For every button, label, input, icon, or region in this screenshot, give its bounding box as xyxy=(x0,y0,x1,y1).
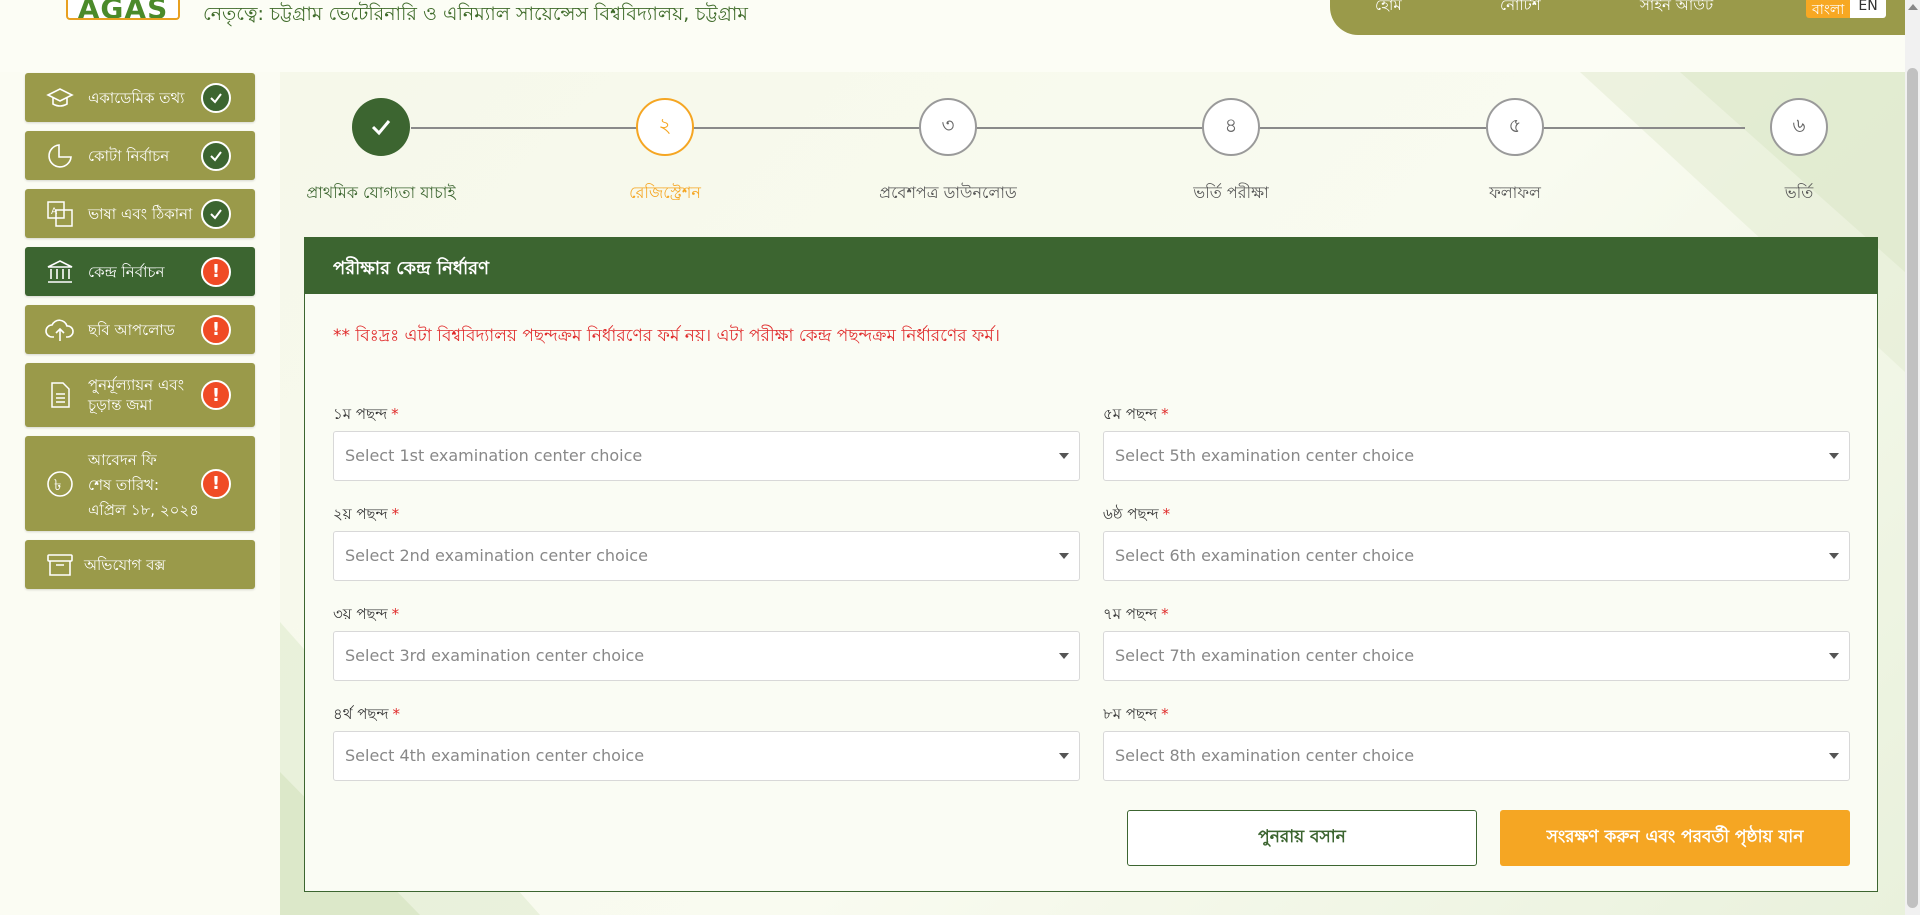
chevron-down-icon xyxy=(1829,653,1839,659)
language-icon: A xyxy=(47,200,73,227)
sidebar-item-application-fee[interactable]: ৳ আবেদন ফি শেষ তারিখ: এপ্রিল ১৮, ২০২৪ ! xyxy=(25,436,255,531)
chevron-down-icon xyxy=(1059,753,1069,759)
warning-icon: ! xyxy=(201,256,231,287)
sidebar-item-label-line2: চূড়ান্ত জমা xyxy=(88,396,153,414)
nav-sign-out[interactable]: সাইন আউট xyxy=(1640,0,1713,19)
check-circle-icon xyxy=(201,140,231,171)
choice-2-select[interactable]: Select 2nd examination center choice xyxy=(333,531,1080,581)
logo[interactable]: AGAS xyxy=(66,0,180,20)
chevron-down-icon xyxy=(1059,653,1069,659)
step-5-circle: ৫ xyxy=(1486,98,1544,156)
choice-6-label: ৬ষ্ঠ পছন্দ * xyxy=(1103,505,1171,523)
document-icon xyxy=(51,382,70,408)
choice-8-label: ৮ম পছন্দ * xyxy=(1103,705,1169,723)
sidebar-item-language-address[interactable]: A ভাষা এবং ঠিকানা xyxy=(25,189,255,238)
choice-2-label: ২য় পছন্দ * xyxy=(333,505,400,523)
sidebar-item-complaint-box[interactable]: অভিযোগ বক্স xyxy=(25,540,255,589)
deadline-date: এপ্রিল ১৮, ২০২৪ xyxy=(88,501,199,519)
choice-3-select[interactable]: Select 3rd examination center choice xyxy=(333,631,1080,681)
exam-center-form-card: পরীক্ষার কেন্দ্র নির্ধারণ ** বিঃদ্রঃ এটা… xyxy=(304,237,1878,892)
step-4-label: ভর্তি পরীক্ষা xyxy=(1193,183,1269,202)
lang-english-button[interactable]: EN xyxy=(1850,0,1886,18)
logo-text: AGAS xyxy=(77,0,169,20)
sidebar-item-label: কেন্দ্র নির্বাচন xyxy=(88,262,165,281)
choice-7-select[interactable]: Select 7th examination center choice xyxy=(1103,631,1850,681)
page-scrollbar[interactable] xyxy=(1905,0,1920,915)
lang-bangla-button[interactable]: বাংলা xyxy=(1806,0,1851,18)
choice-4-label: ৪র্থ পছন্দ * xyxy=(333,705,401,723)
svg-text:A: A xyxy=(51,207,58,217)
sidebar-item-center-selection[interactable]: কেন্দ্র নির্বাচন ! xyxy=(25,247,255,296)
scroll-up-arrow-icon[interactable] xyxy=(1908,4,1918,10)
sidebar-item-photo-upload[interactable]: ছবি আপলোড ! xyxy=(25,305,255,354)
nav-home[interactable]: হোম xyxy=(1375,0,1402,19)
language-switch: বাংলা EN xyxy=(1806,0,1886,18)
step-5-label: ফলাফল xyxy=(1489,183,1541,202)
fee-info: আবেদন ফি শেষ তারিখ: এপ্রিল ১৮, ২০২৪ xyxy=(88,448,199,523)
top-header: AGAS নেতৃত্বে: চট্টগ্রাম ভেটেরিনারি ও এন… xyxy=(0,0,1905,72)
header-subtitle: নেতৃত্বে: চট্টগ্রাম ভেটেরিনারি ও এনিম্যা… xyxy=(203,3,748,25)
sidebar-item-label: একাডেমিক তথ্য xyxy=(88,88,185,107)
chevron-down-icon xyxy=(1829,753,1839,759)
fee-label: আবেদন ফি xyxy=(88,451,157,469)
card-title: পরীক্ষার কেন্দ্র নির্ধারণ xyxy=(333,258,489,279)
choice-8-select[interactable]: Select 8th examination center choice xyxy=(1103,731,1850,781)
sidebar-item-label: কোটা নির্বাচন xyxy=(88,146,170,165)
chevron-down-icon xyxy=(1829,553,1839,559)
chevron-down-icon xyxy=(1059,453,1069,459)
check-circle-icon xyxy=(201,82,231,113)
sidebar-item-academic[interactable]: একাডেমিক তথ্য xyxy=(25,73,255,122)
sidebar-item-label: অভিযোগ বক্স xyxy=(84,555,166,574)
nav-notice[interactable]: নোটিশ xyxy=(1500,0,1541,19)
choice-7-label: ৭ম পছন্দ * xyxy=(1103,605,1169,623)
step-3-circle: ৩ xyxy=(919,98,977,156)
step-4-circle: ৪ xyxy=(1202,98,1260,156)
institution-icon xyxy=(47,259,73,283)
taka-icon: ৳ xyxy=(47,470,73,497)
choice-1-label: ১ম পছন্দ * xyxy=(333,405,399,423)
stepper-line xyxy=(411,127,1745,129)
progress-stepper: প্রাথমিক যোগ্যতা যাচাই ২ রেজিস্ট্রেশন ৩ … xyxy=(280,85,1905,215)
chevron-down-icon xyxy=(1059,553,1069,559)
scrollbar-thumb[interactable] xyxy=(1907,68,1918,908)
choice-4-select[interactable]: Select 4th examination center choice xyxy=(333,731,1080,781)
choice-3-label: ৩য় পছন্দ * xyxy=(333,605,400,623)
step-6-label: ভর্তি xyxy=(1784,183,1814,202)
warning-icon: ! xyxy=(201,380,231,410)
sidebar-item-label: পুনর্মূল্যায়ন এবং চূড়ান্ত জমা xyxy=(88,375,184,415)
step-1-label: প্রাথমিক যোগ্যতা যাচাই xyxy=(306,183,456,202)
choice-6-select[interactable]: Select 6th examination center choice xyxy=(1103,531,1850,581)
step-1-circle xyxy=(352,98,410,156)
step-3-label: প্রবেশপত্র ডাউনলোড xyxy=(879,183,1017,202)
cloud-upload-icon xyxy=(45,318,74,341)
svg-text:৳: ৳ xyxy=(54,476,61,494)
choice-1-select[interactable]: Select 1st examination center choice xyxy=(333,431,1080,481)
sidebar-item-label: ভাষা এবং ঠিকানা xyxy=(88,204,193,223)
check-circle-icon xyxy=(201,198,231,229)
notice-text: ** বিঃদ্রঃ এটা বিশ্ববিদ্যালয় পছন্দক্রম … xyxy=(333,326,1000,346)
graduation-cap-icon xyxy=(46,87,74,107)
card-header: পরীক্ষার কেন্দ্র নির্ধারণ xyxy=(305,238,1877,294)
sidebar-item-review-submit[interactable]: পুনর্মূল্যায়ন এবং চূড়ান্ত জমা ! xyxy=(25,363,255,427)
deadline-label: শেষ তারিখ: xyxy=(88,476,160,494)
reset-button[interactable]: পুনরায় বসান xyxy=(1127,810,1477,866)
step-6-circle: ৬ xyxy=(1770,98,1828,156)
sidebar-item-label: ছবি আপলোড xyxy=(88,320,175,339)
pie-chart-icon xyxy=(48,143,72,168)
choice-5-select[interactable]: Select 5th examination center choice xyxy=(1103,431,1850,481)
save-and-next-button[interactable]: সংরক্ষণ করুন এবং পরবর্তী পৃষ্ঠায় যান xyxy=(1500,810,1850,866)
sidebar-item-label-line1: পুনর্মূল্যায়ন এবং xyxy=(88,376,185,394)
warning-icon: ! xyxy=(201,314,231,345)
sidebar-item-quota[interactable]: কোটা নির্বাচন xyxy=(25,131,255,180)
warning-icon: ! xyxy=(201,468,231,499)
chevron-down-icon xyxy=(1829,453,1839,459)
choice-5-label: ৫ম পছন্দ * xyxy=(1103,405,1169,423)
archive-box-icon xyxy=(47,553,73,576)
step-2-label: রেজিস্ট্রেশন xyxy=(629,183,701,202)
check-icon xyxy=(371,120,391,136)
step-2-circle: ২ xyxy=(636,98,694,156)
